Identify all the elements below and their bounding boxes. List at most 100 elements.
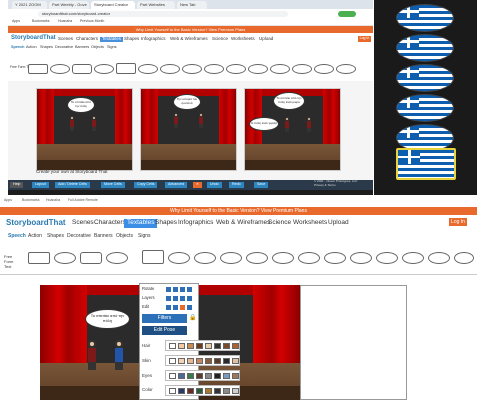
speech-bubble-shape[interactable] bbox=[272, 252, 294, 264]
speech-bubble-shape[interactable] bbox=[168, 252, 190, 264]
nav-textables[interactable]: Textables bbox=[100, 36, 124, 42]
storyboardthat-logo[interactable]: StoryboardThat bbox=[11, 35, 56, 41]
speech-bubble-shape[interactable] bbox=[428, 252, 450, 264]
character[interactable] bbox=[199, 113, 203, 128]
character[interactable] bbox=[70, 116, 74, 131]
color-swatch[interactable] bbox=[196, 343, 203, 349]
storyboardthat-logo[interactable]: StoryboardThat bbox=[6, 219, 66, 227]
nav-upload[interactable]: Upload bbox=[328, 219, 349, 227]
copy-cells-button[interactable]: Copy Cells bbox=[134, 182, 158, 188]
redo-button[interactable]: Redo bbox=[229, 182, 244, 188]
delete-icon[interactable] bbox=[180, 305, 185, 310]
speech-bubble-shape[interactable] bbox=[72, 64, 92, 74]
character-selected[interactable] bbox=[115, 340, 131, 370]
participant-video-tile[interactable] bbox=[396, 4, 454, 32]
nav-web-wireframes[interactable]: Web & Wireframes bbox=[170, 36, 208, 42]
save-button[interactable]: Save bbox=[254, 182, 269, 188]
edit-icon[interactable] bbox=[173, 305, 178, 310]
speech-bubble-shape[interactable] bbox=[402, 252, 424, 264]
subnav-speech[interactable]: Speech bbox=[11, 45, 25, 50]
color-swatch[interactable] bbox=[187, 358, 194, 364]
storyboard-cell[interactable]: Το σπιτάκι από την πόλη bbox=[36, 88, 133, 171]
bookmark-item[interactable]: Apps bbox=[12, 19, 20, 24]
layer-back-icon[interactable] bbox=[187, 296, 192, 301]
nav-characters[interactable]: Characters bbox=[94, 219, 126, 227]
rotate-icon[interactable] bbox=[166, 287, 171, 292]
subnav-action[interactable]: Action bbox=[26, 45, 37, 50]
color-swatch[interactable] bbox=[196, 358, 203, 364]
lock-icon[interactable] bbox=[187, 305, 192, 310]
speech-bubble-shape[interactable] bbox=[454, 252, 474, 264]
subnav-signs[interactable]: Signs bbox=[107, 45, 117, 50]
color-swatch[interactable] bbox=[178, 343, 185, 349]
color-swatch[interactable] bbox=[214, 373, 221, 379]
subnav-banners[interactable]: Banners bbox=[94, 234, 113, 239]
speech-bubble-shape[interactable] bbox=[194, 252, 216, 264]
bookmark-item[interactable]: Hoanaha bbox=[46, 198, 60, 203]
browser-tab-active[interactable]: Storyboard Creator bbox=[91, 1, 135, 9]
nav-worksheets[interactable]: Worksheets bbox=[231, 36, 255, 42]
character[interactable] bbox=[307, 117, 311, 132]
nav-scenes[interactable]: Scenes bbox=[58, 36, 73, 42]
participant-video-tile[interactable] bbox=[396, 34, 454, 62]
speech-bubble-shape[interactable] bbox=[336, 64, 356, 74]
color-swatch[interactable] bbox=[205, 388, 212, 394]
move-cells-button[interactable]: Move Cells bbox=[101, 182, 125, 188]
speech-bubble[interactable]: Το σπιτάκι από την πόλη είναι μικρό bbox=[273, 92, 305, 110]
subnav-objects[interactable]: Objects bbox=[91, 45, 104, 50]
promo-banner[interactable]: Why Limit Yourself to the Basic Version?… bbox=[8, 26, 373, 33]
color-swatch[interactable] bbox=[205, 343, 212, 349]
rotate-icon[interactable] bbox=[173, 287, 178, 292]
promo-banner[interactable]: Why Limit Yourself to the Basic Version?… bbox=[0, 207, 477, 215]
browser-tab[interactable]: Part Weebly - Gove bbox=[49, 1, 89, 9]
subnav-decorative[interactable]: Decorative bbox=[67, 234, 91, 239]
color-swatch[interactable] bbox=[223, 343, 230, 349]
lock-icon[interactable]: 🔒 bbox=[189, 315, 196, 321]
color-swatch[interactable] bbox=[187, 373, 194, 379]
speech-bubble-shape[interactable] bbox=[94, 64, 114, 74]
speech-bubble-shape[interactable] bbox=[142, 250, 164, 264]
color-swatch[interactable] bbox=[196, 388, 203, 394]
speech-bubble-shape[interactable] bbox=[248, 64, 268, 74]
filters-button[interactable]: Filters bbox=[142, 314, 187, 323]
speech-bubble-shape[interactable] bbox=[160, 64, 180, 74]
speech-bubble-shape[interactable] bbox=[28, 252, 50, 264]
flip-icon[interactable] bbox=[187, 287, 192, 292]
speech-bubble-shape[interactable] bbox=[54, 252, 76, 264]
color-swatch[interactable] bbox=[232, 388, 239, 394]
profile-avatar[interactable] bbox=[338, 11, 356, 17]
nav-worksheets[interactable]: Worksheets bbox=[293, 219, 327, 227]
subnav-decorative[interactable]: Decorative bbox=[55, 45, 73, 50]
character[interactable] bbox=[174, 113, 178, 128]
speech-bubble-shape[interactable] bbox=[50, 64, 70, 74]
speech-bubble-shape[interactable] bbox=[246, 252, 268, 264]
nav-infographics[interactable]: Infographics bbox=[178, 219, 213, 227]
nav-shapes[interactable]: Shapes bbox=[124, 36, 139, 42]
color-swatch[interactable] bbox=[169, 343, 176, 349]
layer-up-icon[interactable] bbox=[166, 296, 171, 301]
speech-bubble-shape[interactable] bbox=[80, 252, 102, 264]
speech-bubble-shape[interactable] bbox=[106, 252, 128, 264]
layer-front-icon[interactable] bbox=[180, 296, 185, 301]
color-swatch[interactable] bbox=[232, 373, 239, 379]
browser-tab[interactable]: Y 2021 ZOOM bbox=[12, 1, 47, 9]
participant-video-tile[interactable] bbox=[396, 94, 454, 122]
participant-video-tile[interactable] bbox=[396, 64, 454, 92]
color-swatch[interactable] bbox=[223, 373, 230, 379]
speech-bubble-shape[interactable] bbox=[220, 252, 242, 264]
speech-bubble-shape[interactable] bbox=[324, 252, 346, 264]
speech-bubble[interactable]: Το σπιτάκι από την πόλη bbox=[67, 97, 95, 113]
color-swatch[interactable] bbox=[196, 373, 203, 379]
color-swatch[interactable] bbox=[187, 388, 194, 394]
subnav-speech[interactable]: Speech bbox=[8, 234, 26, 239]
color-swatch[interactable] bbox=[178, 373, 185, 379]
flip-icon[interactable] bbox=[180, 287, 185, 292]
nav-science[interactable]: Science bbox=[268, 219, 291, 227]
color-swatch[interactable] bbox=[232, 358, 239, 364]
color-swatch[interactable] bbox=[169, 388, 176, 394]
nav-textables[interactable]: Textables bbox=[124, 219, 158, 228]
nav-characters[interactable]: Characters bbox=[76, 36, 98, 42]
character[interactable] bbox=[92, 116, 96, 131]
login-button[interactable]: Log In bbox=[358, 36, 371, 42]
color-swatch[interactable] bbox=[232, 343, 239, 349]
